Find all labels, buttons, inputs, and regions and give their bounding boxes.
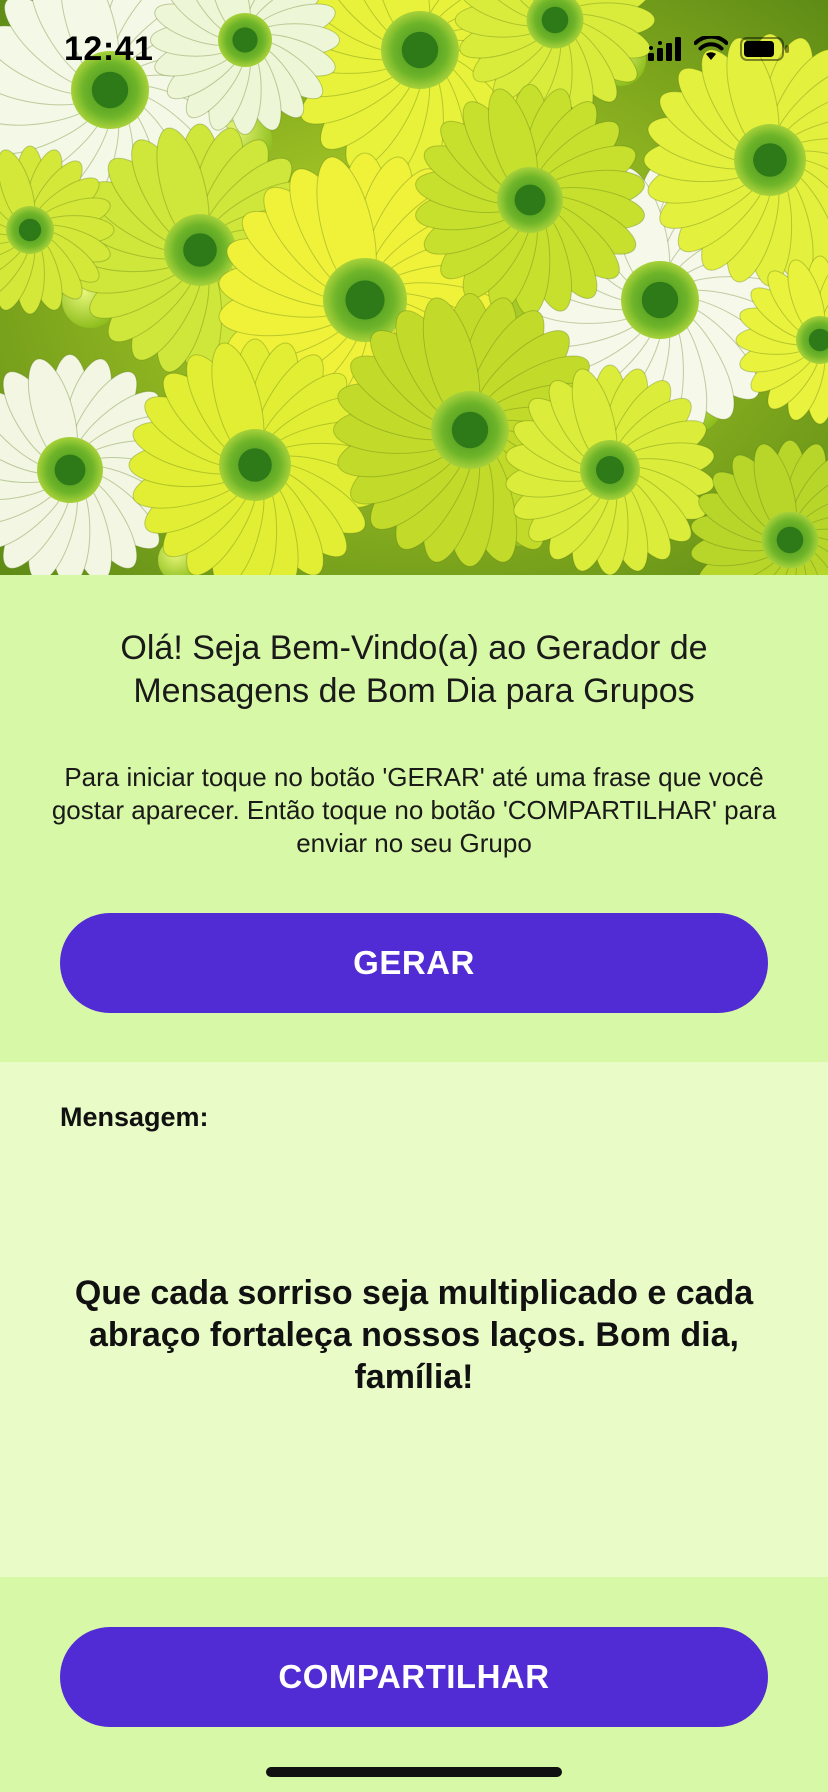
instructions-text: Para iniciar toque no botão 'GERAR' até … xyxy=(51,762,777,858)
status-time: 12:41 xyxy=(64,30,154,68)
cellular-signal-icon xyxy=(648,37,681,61)
share-button[interactable]: COMPARTILHAR xyxy=(60,1627,768,1727)
battery-icon xyxy=(740,37,789,61)
generated-message: Que cada sorriso seja multiplicado e cad… xyxy=(74,1274,754,1396)
status-icons xyxy=(648,36,790,62)
wifi-icon xyxy=(694,36,728,60)
home-indicator xyxy=(266,1767,562,1777)
intro-section: Olá! Seja Bem-Vindo(a) ao Gerador de Men… xyxy=(0,575,828,1062)
welcome-heading: Olá! Seja Bem-Vindo(a) ao Gerador de Men… xyxy=(120,629,708,710)
generate-button[interactable]: GERAR xyxy=(60,913,768,1013)
message-label: Mensagem: xyxy=(60,1102,209,1132)
status-bar: 12:41 xyxy=(0,0,828,100)
message-section: Mensagem: Que cada sorriso seja multipli… xyxy=(0,1062,828,1577)
